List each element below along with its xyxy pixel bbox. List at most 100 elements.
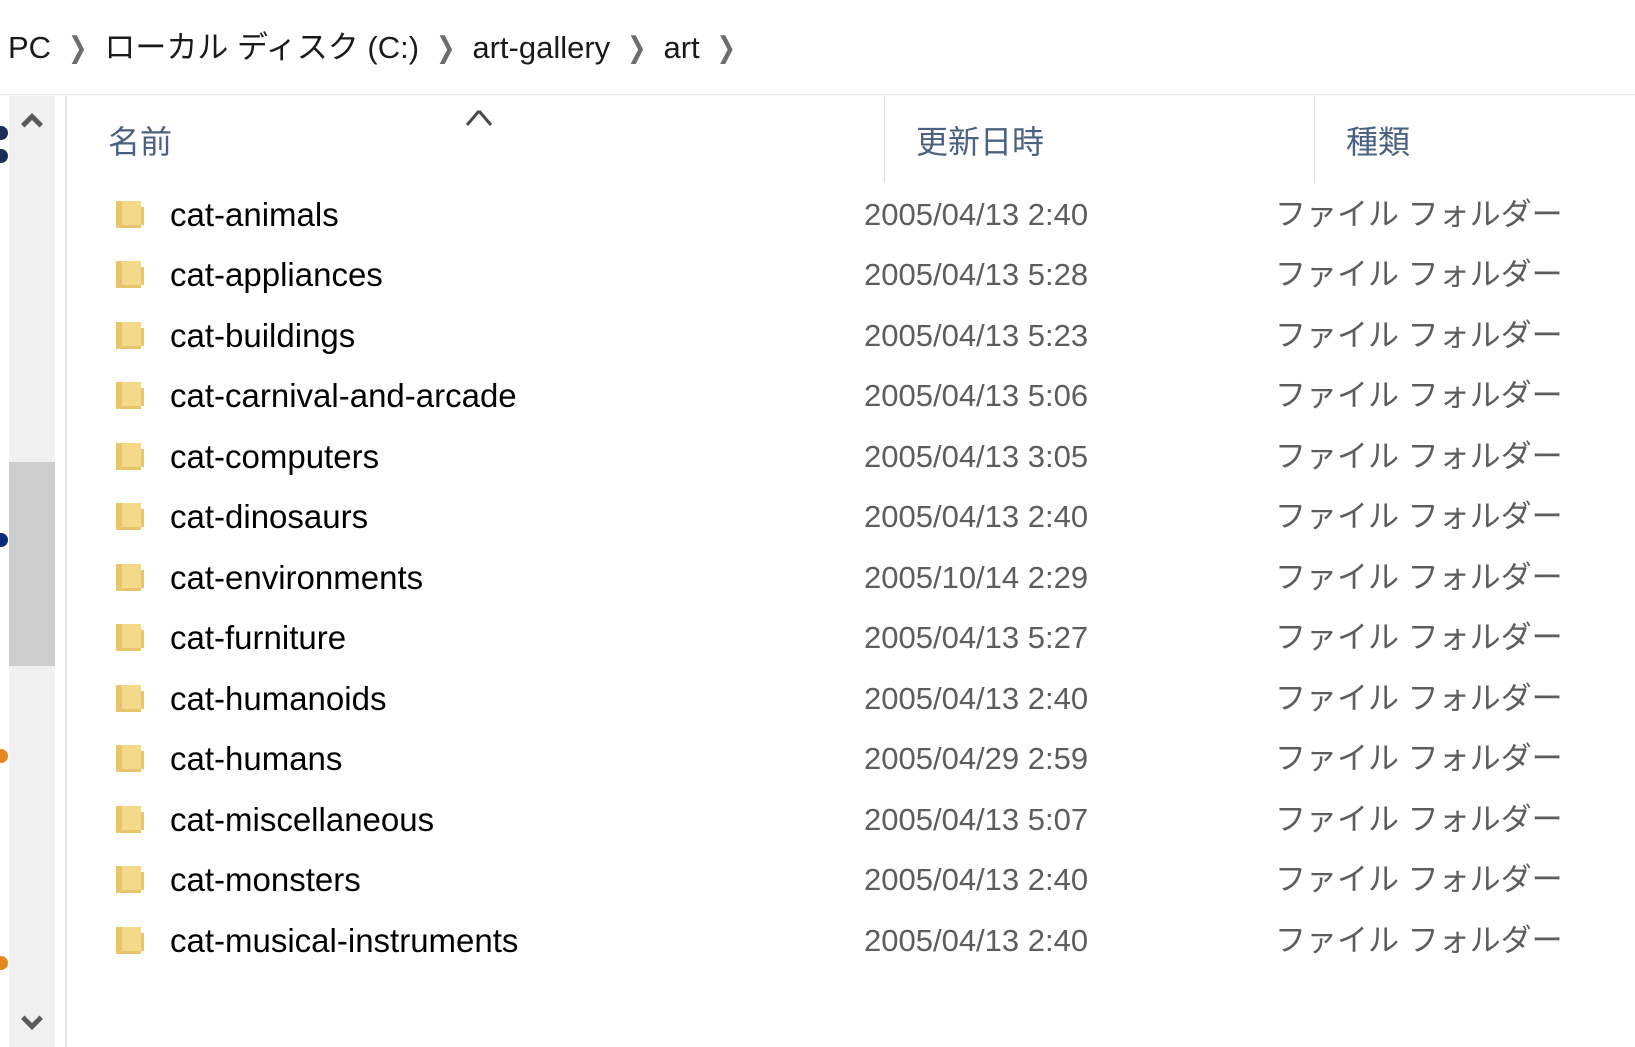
column-header-type[interactable]: 種類: [1314, 96, 1635, 184]
file-explorer-window: PC ❯ ローカル ディスク (C:) ❯ art-gallery ❯ art ❯: [0, 0, 1635, 1047]
nav-folder-icon-partial: [0, 956, 8, 970]
folder-icon: [113, 380, 149, 411]
cell-date-modified: 2005/04/13 5:27: [864, 620, 1089, 656]
chevron-down-icon: [17, 1014, 47, 1034]
table-row[interactable]: cat-humans 2005/04/29 2:59 ファイル フォルダー: [67, 729, 1635, 790]
column-header-name[interactable]: 名前: [67, 96, 882, 184]
column-header-row: 名前 更新日時 種類: [67, 96, 1635, 184]
scrollbar-up-button[interactable]: [9, 96, 55, 142]
table-row[interactable]: cat-miscellaneous 2005/04/13 5:07 ファイル フォル…: [67, 789, 1635, 850]
breadcrumb-item-4[interactable]: art: [659, 30, 703, 65]
cell-type: ファイル フォルダー: [1275, 438, 1563, 474]
cell-name[interactable]: cat-appliances: [67, 258, 882, 291]
cell-type: ファイル フォルダー: [1275, 620, 1563, 656]
chevron-up-icon: [17, 109, 47, 129]
cell-date-modified: 2005/04/13 5:28: [864, 257, 1089, 293]
cell-type: ファイル フォルダー: [1275, 499, 1563, 535]
table-row[interactable]: cat-environments 2005/10/14 2:29 ファイル フォルダ…: [67, 547, 1635, 608]
column-header-date-modified[interactable]: 更新日時: [884, 96, 1314, 184]
table-row[interactable]: cat-computers 2005/04/13 3:05 ファイル フォルダー: [67, 426, 1635, 487]
table-row[interactable]: cat-furniture 2005/04/13 5:27 ファイル フォルダー: [67, 608, 1635, 669]
cell-date-modified: 2005/04/29 2:59: [864, 741, 1089, 777]
cell-name[interactable]: cat-carnival-and-arcade: [67, 379, 882, 412]
table-row[interactable]: cat-appliances 2005/04/13 5:28 ファイル フォルダー: [67, 245, 1635, 306]
vertical-scrollbar[interactable]: [9, 96, 55, 1047]
table-row[interactable]: cat-animals 2005/04/13 2:40 ファイル フォルダー: [67, 184, 1635, 245]
cell-name[interactable]: cat-musical-instruments: [67, 924, 882, 957]
scrollbar-gutter: [55, 96, 65, 1047]
cell-name[interactable]: cat-furniture: [67, 621, 882, 654]
cell-date-modified: 2005/04/13 5:23: [864, 317, 1089, 353]
file-name-label: cat-carnival-and-arcade: [170, 377, 517, 415]
cell-type: ファイル フォルダー: [1275, 862, 1563, 898]
cell-type: ファイル フォルダー: [1275, 680, 1563, 716]
table-row[interactable]: cat-buildings 2005/04/13 5:23 ファイル フォルダー: [67, 305, 1635, 366]
cell-name[interactable]: cat-humans: [67, 742, 882, 775]
file-name-label: cat-humans: [170, 740, 343, 778]
table-row[interactable]: cat-dinosaurs 2005/04/13 2:40 ファイル フォルダー: [67, 487, 1635, 548]
sort-ascending-icon: [464, 106, 494, 128]
scrollbar-thumb[interactable]: [9, 462, 55, 666]
file-name-label: cat-buildings: [170, 316, 356, 354]
file-list-area: 名前 更新日時 種類 cat-animals 2005/04/13 2:40 ファイ…: [67, 96, 1635, 1047]
column-header-date-modified-label: 更新日時: [916, 124, 1045, 160]
folder-icon: [113, 320, 149, 351]
folder-icon: [113, 622, 149, 653]
file-name-label: cat-miscellaneous: [170, 800, 435, 838]
cell-date-modified: 2005/04/13 2:40: [864, 680, 1089, 716]
file-name-label: cat-computers: [170, 437, 380, 475]
folder-icon: [113, 804, 149, 835]
cell-name[interactable]: cat-humanoids: [67, 682, 882, 715]
column-header-type-label: 種類: [1346, 124, 1411, 160]
folder-icon: [113, 562, 149, 593]
cell-type: ファイル フォルダー: [1275, 196, 1563, 232]
navigation-pane-sliver[interactable]: [0, 96, 8, 1047]
breadcrumb-item-2[interactable]: ローカル ディスク (C:): [100, 30, 423, 65]
folder-icon: [113, 259, 149, 290]
breadcrumb: PC ❯ ローカル ディスク (C:) ❯ art-gallery ❯ art ❯: [4, 30, 749, 65]
cell-name[interactable]: cat-monsters: [67, 863, 882, 896]
table-row[interactable]: cat-monsters 2005/04/13 2:40 ファイル フォルダー: [67, 850, 1635, 911]
cell-name[interactable]: cat-dinosaurs: [67, 500, 882, 533]
cell-type: ファイル フォルダー: [1275, 378, 1563, 414]
breadcrumb-chevron-icon[interactable]: ❯: [423, 32, 468, 62]
table-row[interactable]: cat-musical-instruments 2005/04/13 2:40 ファ…: [67, 910, 1635, 971]
cell-date-modified: 2005/04/13 5:07: [864, 801, 1089, 837]
breadcrumb-chevron-icon[interactable]: ❯: [55, 32, 100, 62]
folder-icon: [113, 864, 149, 895]
folder-icon: [113, 743, 149, 774]
cell-date-modified: 2005/04/13 5:06: [864, 378, 1089, 414]
folder-icon: [113, 925, 149, 956]
scrollbar-down-button[interactable]: [9, 1001, 55, 1047]
file-name-label: cat-environments: [170, 558, 424, 596]
breadcrumb-chevron-icon[interactable]: ❯: [614, 32, 659, 62]
cell-date-modified: 2005/04/13 2:40: [864, 862, 1089, 898]
folder-icon: [113, 199, 149, 230]
column-header-name-label: 名前: [108, 124, 173, 160]
file-name-label: cat-dinosaurs: [170, 498, 369, 536]
file-name-label: cat-animals: [170, 195, 339, 233]
file-name-label: cat-musical-instruments: [170, 921, 519, 959]
file-name-label: cat-appliances: [170, 256, 383, 294]
nav-item-icon-partial: [0, 126, 8, 140]
cell-date-modified: 2005/04/13 3:05: [864, 438, 1089, 474]
file-name-label: cat-monsters: [170, 861, 361, 899]
breadcrumb-item-3[interactable]: art-gallery: [468, 30, 614, 65]
file-name-label: cat-furniture: [170, 619, 347, 657]
cell-name[interactable]: cat-computers: [67, 440, 882, 473]
cell-type: ファイル フォルダー: [1275, 257, 1563, 293]
breadcrumb-bar: PC ❯ ローカル ディスク (C:) ❯ art-gallery ❯ art ❯: [0, 0, 1635, 95]
cell-name[interactable]: cat-miscellaneous: [67, 803, 882, 836]
folder-icon: [113, 501, 149, 532]
cell-name[interactable]: cat-animals: [67, 198, 882, 231]
cell-name[interactable]: cat-environments: [67, 561, 882, 594]
table-row[interactable]: cat-carnival-and-arcade 2005/04/13 5:06 ファ…: [67, 366, 1635, 427]
folder-icon: [113, 441, 149, 472]
breadcrumb-item-1[interactable]: PC: [4, 30, 55, 65]
breadcrumb-chevron-icon[interactable]: ❯: [704, 32, 749, 62]
cell-date-modified: 2005/04/13 2:40: [864, 499, 1089, 535]
cell-name[interactable]: cat-buildings: [67, 319, 882, 352]
cell-type: ファイル フォルダー: [1275, 317, 1563, 353]
table-row[interactable]: cat-humanoids 2005/04/13 2:40 ファイル フォルダー: [67, 668, 1635, 729]
file-list: cat-animals 2005/04/13 2:40 ファイル フォルダー cat-…: [67, 184, 1635, 971]
